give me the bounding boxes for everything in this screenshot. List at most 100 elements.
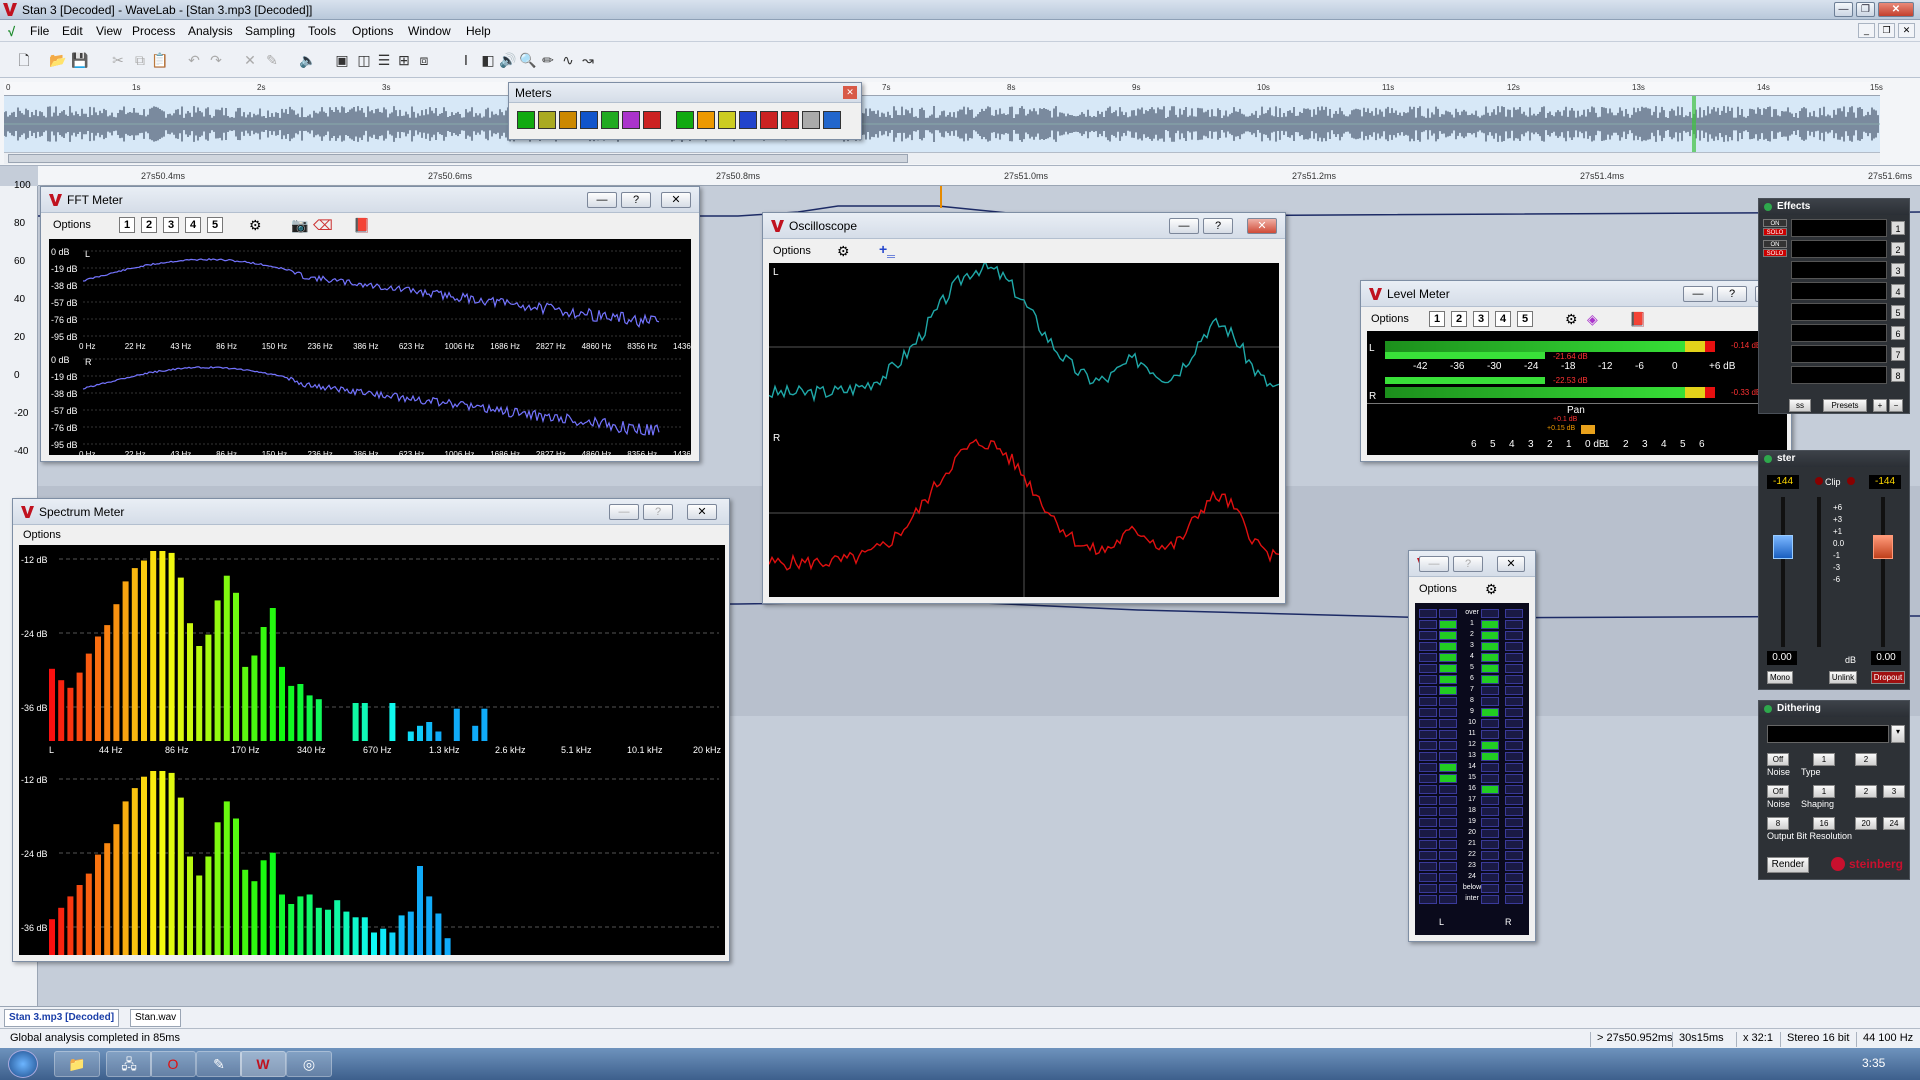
meters-close-icon[interactable]: ✕ <box>843 86 857 99</box>
level-meter-icon[interactable] <box>517 111 535 129</box>
chevron-down-icon[interactable]: ▾ <box>1891 725 1905 743</box>
mdi-minimize-button[interactable]: _ <box>1858 23 1875 38</box>
effect-solo-toggle[interactable]: SOLO <box>1763 228 1787 236</box>
paste-icon[interactable]: 📋 <box>150 50 170 70</box>
status-format[interactable]: Stereo 16 bit <box>1780 1032 1849 1047</box>
status-position[interactable]: > 27s50.952ms <box>1590 1032 1673 1047</box>
speaker-meter-icon[interactable] <box>697 111 715 129</box>
bit-options-menu[interactable]: Options <box>1419 583 1457 595</box>
gear-icon[interactable] <box>802 111 820 129</box>
bypass-button[interactable]: ss <box>1789 399 1811 412</box>
level-preset-1[interactable]: 1 <box>1429 311 1445 327</box>
shaping-1-button[interactable]: 1 <box>1813 785 1835 798</box>
settings-icon[interactable]: ⚙ <box>1485 581 1498 598</box>
effect-slot[interactable] <box>1791 240 1887 258</box>
level-preset-2[interactable]: 2 <box>1451 311 1467 327</box>
fft-preset-5[interactable]: 5 <box>207 217 223 233</box>
dither-plugin-select[interactable] <box>1767 725 1889 743</box>
start-button[interactable] <box>8 1050 38 1078</box>
osc-help-button[interactable]: ? <box>1203 218 1233 234</box>
copy-icon[interactable]: ⧉ <box>130 50 150 70</box>
window-cascade-icon[interactable]: ⧈ <box>414 50 434 70</box>
play-tool-icon[interactable]: ↝ <box>578 50 598 70</box>
bits-20-button[interactable]: 20 <box>1855 817 1877 830</box>
effect-slot[interactable] <box>1791 366 1887 384</box>
bit-meter-icon[interactable] <box>601 111 619 129</box>
overview-waveform[interactable] <box>3 96 1880 152</box>
gain-right-value[interactable]: 0.00 <box>1871 651 1901 665</box>
tool-taskbar-icon[interactable]: ✎ <box>196 1051 242 1077</box>
loop-icon[interactable] <box>823 111 841 129</box>
bits-8-button[interactable]: 8 <box>1767 817 1789 830</box>
gain-left-value[interactable]: 0.00 <box>1767 651 1797 665</box>
effect-slot[interactable] <box>1791 261 1887 279</box>
menu-help[interactable]: Help <box>466 24 491 38</box>
fft-titlebar[interactable]: FFT Meter — ? ✕ <box>41 187 699 213</box>
bits-16-button[interactable]: 16 <box>1813 817 1835 830</box>
remove-effect-button[interactable]: − <box>1889 399 1903 412</box>
bit-help-button[interactable]: ? <box>1453 556 1483 572</box>
dropout-button[interactable]: Dropout <box>1871 671 1905 684</box>
level-preset-3[interactable]: 3 <box>1473 311 1489 327</box>
explorer-taskbar-icon[interactable]: 📁 <box>54 1051 100 1077</box>
window-stack-icon[interactable]: ☰ <box>374 50 394 70</box>
cut-icon[interactable]: ✂ <box>108 50 128 70</box>
presets-button[interactable]: Presets <box>1823 399 1867 412</box>
spectrum-minimize-button[interactable]: — <box>609 504 639 520</box>
menu-view[interactable]: View <box>96 24 122 38</box>
network-taskbar-icon[interactable]: 🖧 <box>106 1051 152 1077</box>
window-split-icon[interactable]: ◫ <box>354 50 374 70</box>
effect-slot-number[interactable]: 2 <box>1891 242 1905 256</box>
status-zoom[interactable]: x 32:1 <box>1736 1032 1773 1047</box>
menu-analysis[interactable]: Analysis <box>188 24 233 38</box>
envelope-icon[interactable]: ∿ <box>558 50 578 70</box>
menu-edit[interactable]: Edit <box>62 24 83 38</box>
effect-slot-number[interactable]: 7 <box>1891 347 1905 361</box>
save-icon[interactable]: 💾 <box>70 50 90 70</box>
effect-solo-toggle[interactable]: SOLO <box>1763 249 1787 257</box>
effect-slot[interactable] <box>1791 345 1887 363</box>
bits-24-button[interactable]: 24 <box>1883 817 1905 830</box>
opera-taskbar-icon[interactable]: O <box>150 1051 196 1077</box>
unlink-button[interactable]: Unlink <box>1829 671 1857 684</box>
settings-icon[interactable]: ⚙ <box>249 217 262 234</box>
window-tile-icon[interactable]: ▣ <box>332 50 352 70</box>
overview-scrollbar[interactable] <box>4 152 1880 164</box>
osc-options-menu[interactable]: Options <box>773 245 811 257</box>
book-icon[interactable]: 📕 <box>1629 311 1646 328</box>
effect-slot[interactable] <box>1791 219 1887 237</box>
eraser-icon[interactable]: ⌫ <box>313 217 333 234</box>
effect-slot-number[interactable]: 4 <box>1891 284 1905 298</box>
mdi-close-button[interactable]: ✕ <box>1898 23 1915 38</box>
reset-icon[interactable]: ◈ <box>1587 311 1598 328</box>
settings-icon[interactable]: ⚙ <box>837 243 850 260</box>
stop-icon[interactable] <box>781 111 799 129</box>
menu-tools[interactable]: Tools <box>308 24 336 38</box>
speaker-icon[interactable]: 🔈 <box>298 50 318 70</box>
status-rate[interactable]: 44 100 Hz <box>1856 1032 1913 1047</box>
level-minimize-button[interactable]: — <box>1683 286 1713 302</box>
spectrum-help-button[interactable]: ? <box>643 504 673 520</box>
mdi-restore-button[interactable]: ❐ <box>1878 23 1895 38</box>
effect-slot-number[interactable]: 1 <box>1891 221 1905 235</box>
shaping-3-button[interactable]: 3 <box>1883 785 1905 798</box>
shaping-2-button[interactable]: 2 <box>1855 785 1877 798</box>
close-button[interactable]: ✕ <box>1878 2 1914 17</box>
fft-preset-2[interactable]: 2 <box>141 217 157 233</box>
fft-preset-4[interactable]: 4 <box>185 217 201 233</box>
zoom-plus-icon[interactable]: +‗ <box>879 241 895 257</box>
menu-process[interactable]: Process <box>132 24 175 38</box>
effect-slot[interactable] <box>1791 324 1887 342</box>
mono-button[interactable]: Mono <box>1767 671 1793 684</box>
undo-icon[interactable]: ↶ <box>184 50 204 70</box>
pan-meter-icon[interactable] <box>538 111 556 129</box>
fft-preset-1[interactable]: 1 <box>119 217 135 233</box>
fft-help-button[interactable]: ? <box>621 192 651 208</box>
camera-icon[interactable]: 📷 <box>291 217 308 234</box>
osc-minimize-button[interactable]: — <box>1169 218 1199 234</box>
color-tool-icon[interactable]: ◧ <box>478 50 498 70</box>
effect-slot[interactable] <box>1791 282 1887 300</box>
effect-slot-number[interactable]: 5 <box>1891 305 1905 319</box>
spectrum-icon[interactable] <box>643 111 661 129</box>
tab-stan3-mp3[interactable]: Stan 3.mp3 [Decoded] <box>4 1009 120 1027</box>
